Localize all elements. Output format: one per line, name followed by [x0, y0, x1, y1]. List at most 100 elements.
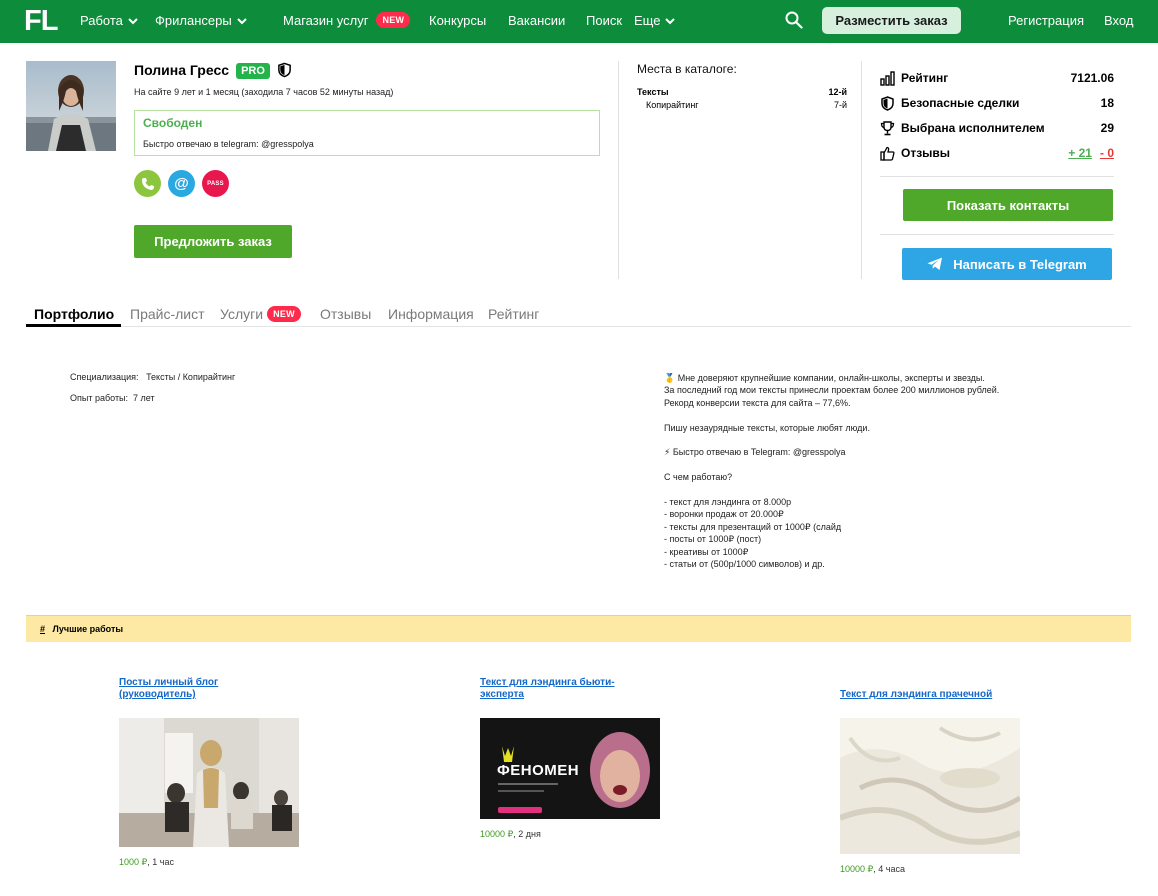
work-meta: 1000 ₽, 1 час: [119, 857, 174, 868]
stat-label: Рейтинг: [901, 71, 949, 85]
profile-name: Полина Гресс: [134, 62, 230, 78]
nav-freelancers[interactable]: Фрилансеры: [155, 13, 248, 28]
work-price: 10000 ₽: [480, 829, 514, 839]
new-badge: NEW: [267, 306, 301, 322]
best-works-title: # Лучшие работы: [40, 624, 123, 634]
nav-more-label: Еще: [634, 13, 661, 28]
positive-reviews-link[interactable]: + 21: [1068, 146, 1092, 160]
place-order-button[interactable]: Разместить заказ: [822, 7, 961, 34]
stat-value: 7121.06: [1070, 71, 1114, 85]
work-meta: 10000 ₽, 2 дня: [480, 829, 541, 840]
experience-label: Опыт работы:: [70, 393, 129, 403]
specialization-value: Тексты / Копирайтинг: [146, 372, 236, 382]
tab-services[interactable]: Услуги NEW: [220, 306, 301, 322]
shield-icon: [881, 95, 894, 111]
nav-more[interactable]: Еще: [634, 13, 676, 28]
chevron-down-icon: [236, 17, 247, 24]
shield-icon[interactable]: [277, 62, 292, 78]
work-duration: , 1 час: [147, 857, 174, 867]
catalog-value: 7-й: [833, 100, 847, 110]
work-image[interactable]: [840, 718, 1020, 854]
divider: [880, 234, 1114, 235]
catalog-row[interactable]: Копирайтинг 7-й: [637, 100, 847, 110]
passport-verified-icon[interactable]: PASS: [202, 170, 229, 197]
hash-icon: #: [40, 624, 46, 634]
nav-freelancers-label: Фрилансеры: [155, 13, 232, 28]
telegram-button-label: Написать в Telegram: [953, 256, 1087, 272]
on-site-info: На сайте 9 лет и 1 месяц (заходила 7 час…: [134, 87, 394, 97]
tab-pricelist[interactable]: Прайс-лист: [130, 306, 205, 322]
stat-value: 29: [1100, 121, 1114, 135]
best-works-header: # Лучшие работы: [26, 615, 1131, 642]
tab-services-label: Услуги: [220, 306, 264, 322]
thumbs-up-icon: [880, 146, 895, 161]
register-link[interactable]: Регистрация: [1008, 13, 1084, 28]
status-text: Свободен: [143, 116, 203, 130]
catalog-label: Тексты: [637, 87, 669, 97]
negative-reviews-link[interactable]: - 0: [1100, 146, 1114, 160]
catalog-title: Места в каталоге:: [637, 62, 737, 76]
new-badge: NEW: [376, 12, 411, 28]
tab-information[interactable]: Информация: [388, 306, 474, 322]
work-title-link[interactable]: Текст для лэндинга прачечной: [840, 689, 1020, 701]
divider: [618, 61, 619, 279]
specialization-label: Специализация:: [70, 372, 139, 382]
fl-logo[interactable]: FL: [24, 5, 58, 38]
work-duration: , 2 дня: [513, 829, 541, 839]
experience: Опыт работы: 7 лет: [70, 393, 155, 403]
nav-shop[interactable]: Магазин услуг NEW: [283, 12, 411, 28]
catalog-label: Копирайтинг: [646, 100, 699, 110]
experience-value: 7 лет: [133, 393, 155, 403]
stat-reviews[interactable]: Отзывы + 21 - 0: [880, 144, 1114, 162]
tab-rating[interactable]: Рейтинг: [488, 306, 539, 322]
nav-work-label: Работа: [80, 13, 123, 28]
bar-chart-icon: [880, 70, 895, 86]
telegram-icon: [927, 257, 943, 270]
work-title-link[interactable]: Текст для лэндинга бьюти-эксперта: [480, 677, 640, 701]
email-verified-icon[interactable]: @: [168, 170, 195, 197]
work-image[interactable]: [119, 718, 299, 847]
status-note: Быстро отвечаю в telegram: @gresspolya: [143, 139, 314, 149]
specialization: Специализация: Тексты / Копирайтинг: [70, 372, 235, 382]
tab-portfolio[interactable]: Портфолио: [34, 306, 114, 322]
chevron-down-icon: [665, 17, 676, 24]
trophy-icon: [880, 120, 895, 135]
avatar: [26, 61, 116, 151]
work-title-link[interactable]: Посты личный блог (руководитель): [119, 677, 279, 701]
show-contacts-button[interactable]: Показать контакты: [903, 189, 1113, 221]
login-link[interactable]: Вход: [1104, 13, 1133, 28]
offer-order-button[interactable]: Предложить заказ: [134, 225, 292, 258]
stat-value: 18: [1100, 96, 1114, 110]
work-duration: , 4 часа: [873, 864, 905, 874]
active-tab-indicator: [26, 324, 121, 327]
catalog-value: 12-й: [828, 87, 847, 97]
work-image-text: ФЕНОМЕН: [497, 762, 580, 779]
nav-shop-label: Магазин услуг: [283, 12, 369, 28]
work-meta: 10000 ₽, 4 часа: [840, 864, 905, 875]
about-text: 🥇 Мне доверяют крупнейшие компании, онла…: [664, 373, 1000, 570]
work-price: 1000 ₽: [119, 857, 148, 867]
nav-search[interactable]: Поиск: [586, 13, 622, 28]
work-image[interactable]: ФЕНОМЕН: [480, 718, 660, 819]
telegram-button[interactable]: Написать в Telegram: [902, 248, 1112, 280]
status-box: Свободен Быстро отвечаю в telegram: @gre…: [134, 110, 600, 156]
nav-vacancies[interactable]: Вакансии: [508, 13, 565, 28]
divider: [861, 61, 862, 279]
chevron-down-icon: [128, 17, 138, 24]
stat-chosen[interactable]: Выбрана исполнителем 29: [880, 119, 1114, 137]
nav-work[interactable]: Работа: [80, 13, 139, 28]
search-icon[interactable]: [785, 11, 803, 29]
top-navigation: FL Работа Фрилансеры Магазин услуг NEW К…: [0, 0, 1158, 43]
stat-label: Выбрана исполнителем: [901, 121, 1045, 135]
phone-verified-icon[interactable]: [134, 170, 161, 197]
stat-label: Безопасные сделки: [901, 96, 1020, 110]
tab-reviews[interactable]: Отзывы: [320, 306, 371, 322]
stat-rating[interactable]: Рейтинг 7121.06: [880, 69, 1114, 87]
catalog-row[interactable]: Тексты 12-й: [637, 87, 847, 97]
nav-contests[interactable]: Конкурсы: [429, 13, 486, 28]
pro-badge[interactable]: PRO: [236, 63, 270, 79]
tabs-divider: [26, 326, 1131, 327]
stat-safe-deals[interactable]: Безопасные сделки 18: [880, 94, 1114, 112]
stat-label: Отзывы: [901, 146, 951, 160]
phone-icon: [141, 177, 154, 190]
